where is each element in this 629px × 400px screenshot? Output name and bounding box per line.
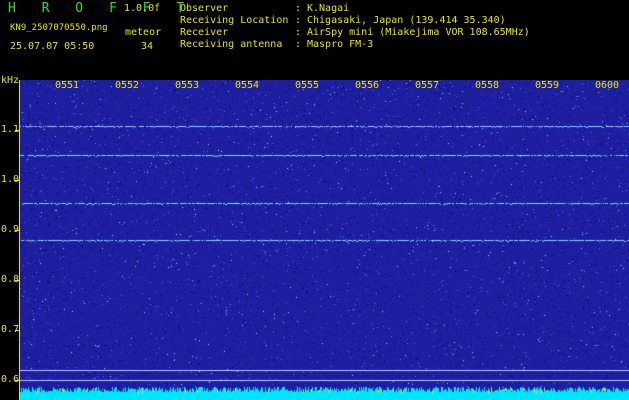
time-tick-0559: 0559: [535, 80, 560, 91]
freq-tick-mark: [15, 380, 20, 381]
info-label: Receiving Location: [180, 15, 289, 26]
info-label: Receiving antenna: [180, 39, 283, 50]
capture-datetime: 25.07.07 05:50: [10, 41, 95, 52]
time-tick-0553: 0553: [175, 80, 200, 91]
waterfall-spectrogram: [20, 80, 629, 400]
freq-tick-mark: [15, 330, 20, 331]
time-axis: 0551 0552 0553 0554 0555 0556 0557 0558 0559 0600: [20, 80, 629, 94]
freq-tick-mark: [15, 130, 20, 131]
info-label: Observer: [180, 3, 229, 14]
meteor-label: meteor: [125, 27, 162, 38]
y-axis-unit: kHz: [1, 75, 20, 86]
time-tick-0557: 0557: [415, 80, 440, 91]
info-value: K.Nagai: [307, 3, 350, 14]
info-row-receiver: Receiver: AirSpy mini (Miakejima VOR 108…: [180, 27, 530, 38]
meteor-count: 34: [141, 41, 154, 52]
station-info: Observer: K.Nagai Receiving Location: Ch…: [180, 3, 530, 51]
info-row-observer: Observer: K.Nagai: [180, 3, 350, 14]
time-tick-0558: 0558: [475, 80, 500, 91]
freq-tick-mark: [15, 280, 20, 281]
info-value: Maspro FM-3: [307, 39, 374, 50]
info-label: Receiver: [180, 27, 229, 38]
info-value: Chigasaki, Japan (139.414 35.340): [307, 15, 506, 26]
time-tick-0555: 0555: [295, 80, 320, 91]
app-brand: H R O F F T: [8, 1, 194, 16]
app-version: 1.0.0f: [124, 3, 161, 14]
time-tick-0554: 0554: [235, 80, 260, 91]
time-tick-0600: 0600: [595, 80, 620, 91]
time-tick-0551: 0551: [55, 80, 80, 91]
info-row-location: Receiving Location: Chigasaki, Japan (13…: [180, 15, 506, 26]
info-value: AirSpy mini (Miakejima VOR 108.65MHz): [307, 27, 530, 38]
header-panel: H R O F F T 1.0.0f KN9_2507070550.png me…: [0, 0, 629, 75]
y-axis-line: [19, 80, 20, 400]
freq-tick-mark: [15, 180, 20, 181]
info-row-antenna: Receiving antenna: Maspro FM-3: [180, 39, 374, 50]
time-tick-0556: 0556: [355, 80, 380, 91]
image-filename: KN9_2507070550.png: [10, 23, 108, 33]
freq-tick-mark: [15, 230, 20, 231]
time-tick-0552: 0552: [115, 80, 140, 91]
